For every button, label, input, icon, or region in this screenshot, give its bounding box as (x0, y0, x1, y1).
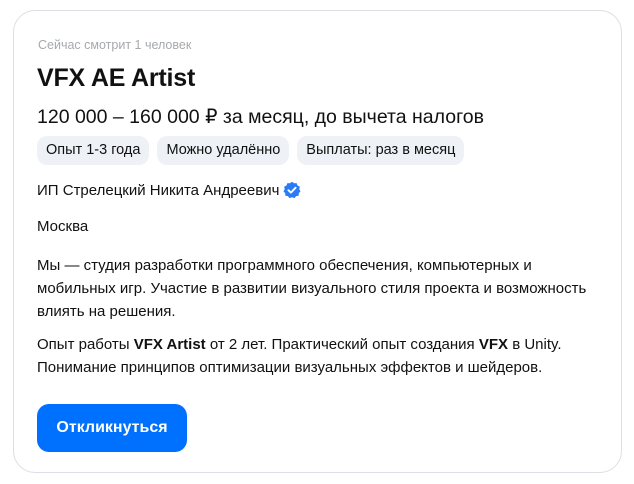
employer-name[interactable]: ИП Стрелецкий Никита Андреевич (37, 182, 279, 199)
vacancy-description: Мы — студия разработки программного обес… (37, 257, 587, 320)
vacancy-requirements: Опыт работы VFX Artist от 2 лет. Практич… (37, 333, 607, 379)
tag-experience: Опыт 1-3 года (37, 136, 150, 165)
requirements-text: от 2 лет. Практический опыт создания (205, 336, 479, 353)
tag-list: Опыт 1-3 года Можно удалённо Выплаты: ра… (37, 136, 465, 165)
requirements-highlight: VFX Artist (133, 336, 206, 353)
apply-button[interactable]: Откликнуться (37, 404, 187, 452)
requirements-highlight: VFX (478, 336, 509, 353)
city: Москва (37, 218, 89, 235)
verified-check-icon (283, 181, 301, 199)
vacancy-card[interactable]: Сейчас смотрит 1 человек VFX AE Artist 1… (13, 10, 622, 473)
requirements-text: Опыт работы (37, 336, 134, 353)
viewers-count: Сейчас смотрит 1 человек (38, 38, 192, 52)
vacancy-title[interactable]: VFX AE Artist (37, 64, 195, 93)
salary: 120 000 – 160 000 ₽ за месяц, до вычета … (37, 106, 484, 128)
tag-payouts: Выплаты: раз в месяц (297, 136, 465, 165)
employer[interactable]: ИП Стрелецкий Никита Андреевич (37, 181, 301, 199)
tag-remote: Можно удалённо (157, 136, 290, 165)
